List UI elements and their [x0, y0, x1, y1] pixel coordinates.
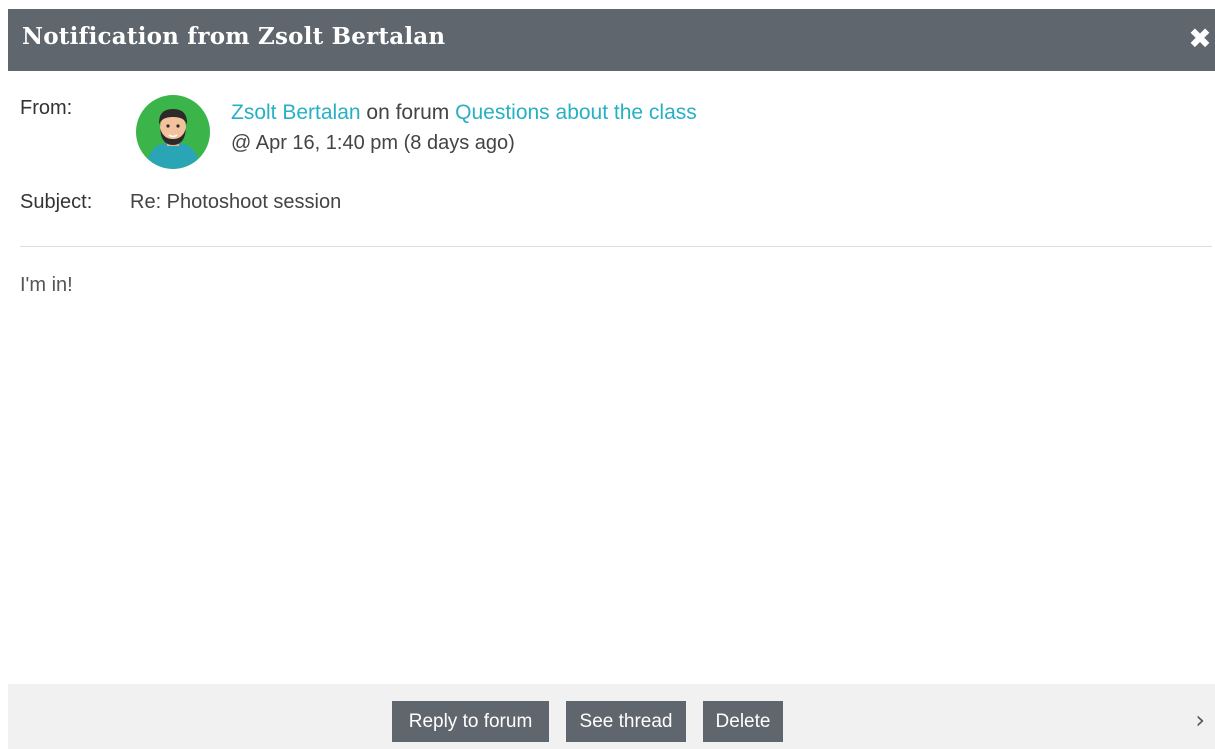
see-thread-button[interactable]: See thread — [566, 701, 686, 742]
forum-link[interactable]: Questions about the class — [455, 101, 697, 124]
reply-to-forum-button[interactable]: Reply to forum — [392, 701, 549, 742]
message-body: I'm in! — [20, 274, 73, 296]
from-label: From: — [20, 97, 73, 119]
post-date: @ Apr 16, 1:40 pm (8 days ago) — [231, 132, 515, 154]
from-line: Zsolt Bertalan on forum Questions about … — [231, 101, 697, 125]
dialog-title: Notification from Zsolt Bertalan — [22, 23, 446, 50]
dialog-footer: Reply to forum See thread Delete › — [8, 684, 1215, 749]
subject-label: Subject: — [20, 191, 93, 213]
close-icon[interactable]: ✖ — [1185, 23, 1215, 55]
notification-dialog: Notification from Zsolt Bertalan ✖ From:… — [8, 9, 1215, 749]
on-forum-text: on forum — [366, 101, 450, 124]
sender-link[interactable]: Zsolt Bertalan — [231, 101, 361, 124]
dialog-header: Notification from Zsolt Bertalan ✖ — [8, 9, 1215, 71]
avatar[interactable] — [136, 95, 210, 169]
divider — [20, 246, 1212, 247]
chevron-right-icon[interactable]: › — [1195, 706, 1205, 734]
delete-button[interactable]: Delete — [703, 701, 783, 742]
subject-value: Re: Photoshoot session — [130, 191, 342, 213]
